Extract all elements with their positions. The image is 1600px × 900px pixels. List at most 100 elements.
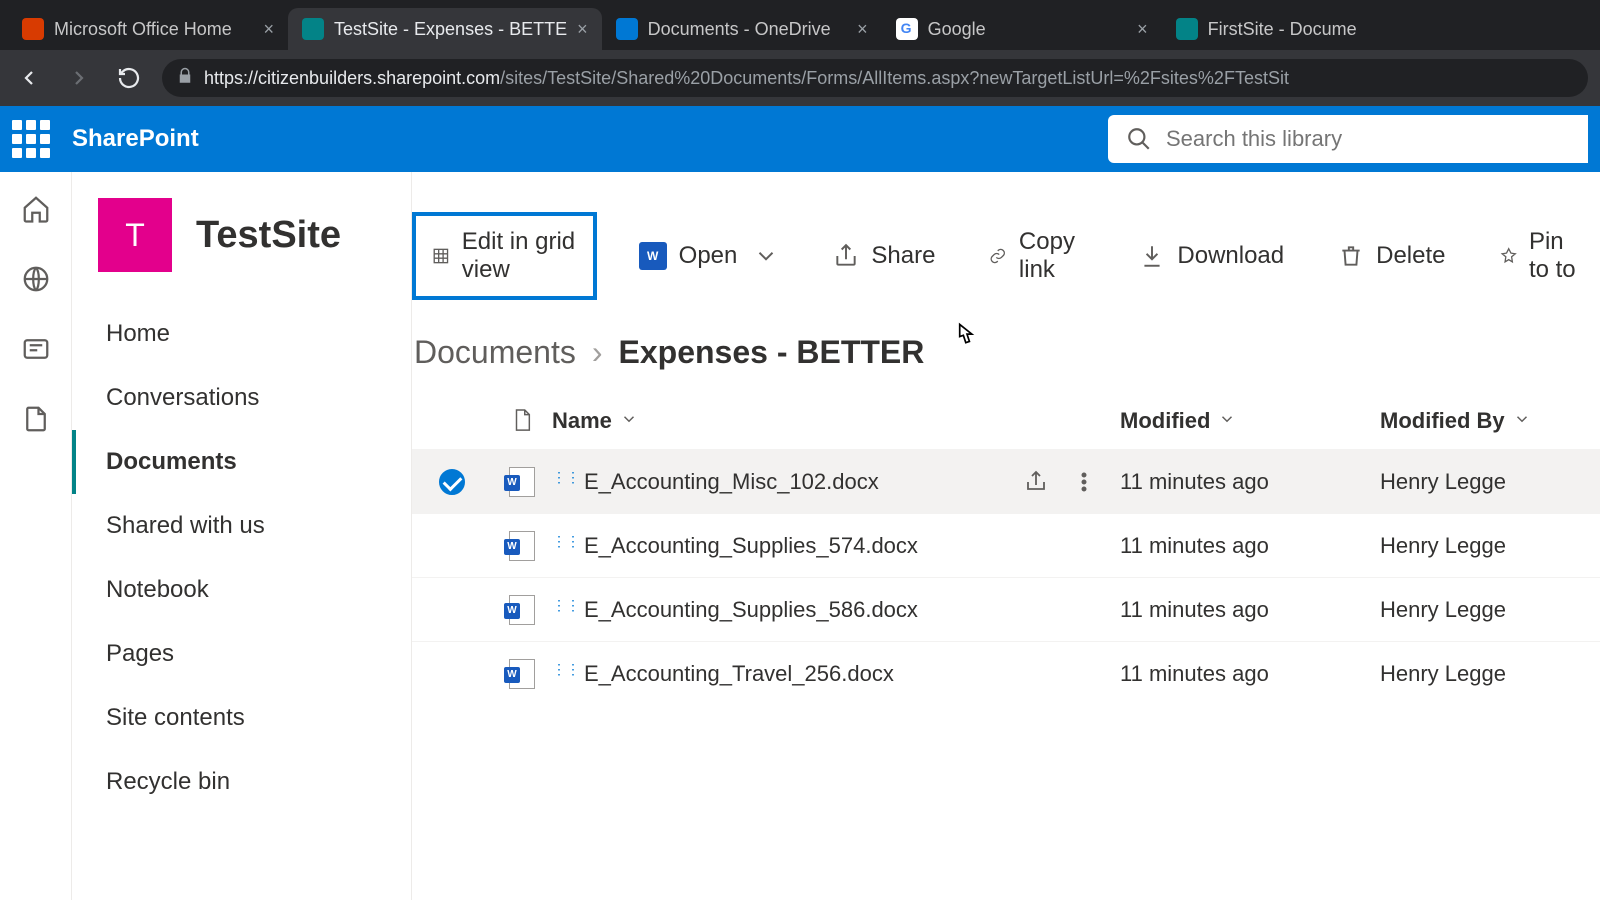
nav-notebook[interactable]: Notebook <box>72 558 411 622</box>
news-icon[interactable] <box>21 334 51 364</box>
share-icon <box>833 243 859 269</box>
download-icon <box>1139 243 1165 269</box>
file-name[interactable]: E_Accounting_Supplies_586.docx <box>584 597 918 622</box>
sharepoint-favicon <box>302 18 324 40</box>
search-icon <box>1126 126 1152 152</box>
close-icon[interactable]: × <box>577 19 588 40</box>
edit-grid-view-button[interactable]: Edit in grid view <box>412 212 597 300</box>
more-icon[interactable] <box>1072 470 1096 494</box>
new-indicator-icon: ⋮⋮ <box>552 533 580 549</box>
share-button[interactable]: Share <box>821 234 947 278</box>
delete-button[interactable]: Delete <box>1326 234 1457 278</box>
home-icon[interactable] <box>21 194 51 224</box>
close-icon[interactable]: × <box>1137 19 1148 40</box>
app-launcher-icon[interactable] <box>12 120 50 158</box>
suite-bar: SharePoint <box>0 106 1600 172</box>
cmd-label: Delete <box>1376 242 1445 270</box>
cmd-label: Download <box>1177 242 1284 270</box>
nav-pages[interactable]: Pages <box>72 622 411 686</box>
pin-button[interactable]: Pin to to <box>1488 220 1600 292</box>
word-doc-icon <box>509 659 535 689</box>
modified-value: 11 minutes ago <box>1120 661 1269 687</box>
site-name[interactable]: TestSite <box>196 214 341 257</box>
nav-site-contents[interactable]: Site contents <box>72 686 411 750</box>
chevron-right-icon: › <box>592 334 603 371</box>
nav-conversations[interactable]: Conversations <box>72 366 411 430</box>
row-selected-icon[interactable] <box>439 469 465 495</box>
browser-tab-active[interactable]: TestSite - Expenses - BETTE × <box>288 8 602 50</box>
cmd-label: Pin to to <box>1529 228 1588 284</box>
word-doc-icon <box>509 595 535 625</box>
chevron-down-icon <box>620 410 638 428</box>
modified-by-value: Henry Legge <box>1380 661 1506 687</box>
lock-icon <box>176 67 194 90</box>
files-icon[interactable] <box>21 404 51 434</box>
forward-button[interactable] <box>62 61 96 95</box>
close-icon[interactable]: × <box>857 19 868 40</box>
browser-tab[interactable]: Microsoft Office Home × <box>8 8 288 50</box>
modified-by-value: Henry Legge <box>1380 533 1506 559</box>
globe-icon[interactable] <box>21 264 51 294</box>
table-row[interactable]: ⋮⋮E_Accounting_Supplies_574.docx 11 minu… <box>412 513 1600 577</box>
word-doc-icon <box>509 531 535 561</box>
site-logo[interactable]: T <box>98 198 172 272</box>
cmd-label: Copy link <box>1019 228 1085 284</box>
nav-shared[interactable]: Shared with us <box>72 494 411 558</box>
tab-title: Documents - OneDrive <box>648 19 847 40</box>
file-name[interactable]: E_Accounting_Travel_256.docx <box>584 661 894 686</box>
back-button[interactable] <box>12 61 46 95</box>
search-input[interactable] <box>1166 126 1570 152</box>
cursor-icon <box>952 322 982 361</box>
browser-tab[interactable]: Documents - OneDrive × <box>602 8 882 50</box>
content-area: Edit in grid view W Open Share Copy link <box>412 172 1600 900</box>
trash-icon <box>1338 243 1364 269</box>
column-modified[interactable]: Modified <box>1120 408 1380 434</box>
cmd-label: Edit in grid view <box>462 228 577 284</box>
breadcrumb: Documents › Expenses - BETTER <box>412 306 1600 393</box>
breadcrumb-root[interactable]: Documents <box>414 334 576 371</box>
browser-tab[interactable]: Google × <box>882 8 1162 50</box>
chevron-down-icon <box>1513 410 1531 428</box>
table-row[interactable]: ⋮⋮E_Accounting_Misc_102.docx 11 minutes … <box>412 449 1600 513</box>
close-icon[interactable]: × <box>263 19 274 40</box>
nav-recycle-bin[interactable]: Recycle bin <box>72 750 411 814</box>
word-icon: W <box>639 242 667 270</box>
share-icon[interactable] <box>1024 470 1048 494</box>
modified-by-value: Henry Legge <box>1380 469 1506 495</box>
table-header: Name Modified Modified By <box>412 393 1600 449</box>
column-name[interactable]: Name <box>552 408 1120 434</box>
column-modified-by[interactable]: Modified By <box>1380 408 1600 434</box>
google-favicon <box>896 18 918 40</box>
onedrive-favicon <box>616 18 638 40</box>
file-type-column-icon[interactable] <box>492 407 552 435</box>
grid-icon <box>432 243 450 269</box>
search-box[interactable] <box>1108 115 1588 163</box>
nav-documents[interactable]: Documents <box>72 430 411 494</box>
left-rail <box>0 172 72 900</box>
nav-home[interactable]: Home <box>72 302 411 366</box>
office-favicon <box>22 18 44 40</box>
url-field[interactable]: https://citizenbuilders.sharepoint.com/s… <box>162 59 1588 97</box>
tab-title: TestSite - Expenses - BETTE <box>334 19 567 40</box>
site-header: T TestSite <box>72 198 411 302</box>
brand-label[interactable]: SharePoint <box>72 125 199 153</box>
link-icon <box>989 243 1007 269</box>
url-text: https://citizenbuilders.sharepoint.com/s… <box>204 68 1289 89</box>
sharepoint-favicon <box>1176 18 1198 40</box>
tab-title: Microsoft Office Home <box>54 19 253 40</box>
site-sidebar: T TestSite Home Conversations Documents … <box>72 172 412 900</box>
browser-address-bar: https://citizenbuilders.sharepoint.com/s… <box>0 50 1600 106</box>
file-name[interactable]: E_Accounting_Supplies_574.docx <box>584 533 918 558</box>
download-button[interactable]: Download <box>1127 234 1296 278</box>
table-row[interactable]: ⋮⋮E_Accounting_Supplies_586.docx 11 minu… <box>412 577 1600 641</box>
modified-value: 11 minutes ago <box>1120 597 1269 623</box>
reload-button[interactable] <box>112 61 146 95</box>
table-row[interactable]: ⋮⋮E_Accounting_Travel_256.docx 11 minute… <box>412 641 1600 705</box>
file-name[interactable]: E_Accounting_Misc_102.docx <box>584 469 879 494</box>
copy-link-button[interactable]: Copy link <box>977 220 1097 292</box>
cmd-label: Open <box>679 242 738 270</box>
open-button[interactable]: W Open <box>627 234 792 278</box>
new-indicator-icon: ⋮⋮ <box>552 597 580 613</box>
tab-title: FirstSite - Docume <box>1208 19 1357 40</box>
browser-tab[interactable]: FirstSite - Docume <box>1162 8 1371 50</box>
